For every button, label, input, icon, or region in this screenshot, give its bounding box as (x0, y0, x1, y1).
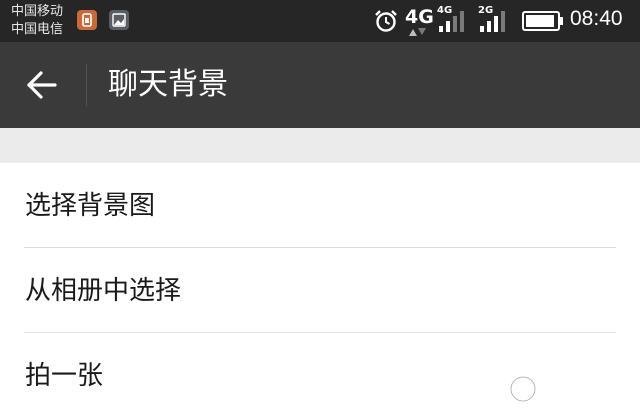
action-bar: 聊天背景 (0, 42, 640, 128)
menu-item-label: 选择背景图 (25, 191, 156, 221)
back-button[interactable] (20, 60, 70, 110)
carrier-2-label: 中国电信 (11, 22, 64, 37)
menu-item-label: 从相册中选择 (25, 276, 182, 306)
menu-item-label: 拍一张 (25, 361, 104, 391)
menu-item-choose-from-album[interactable]: 从相册中选择 (0, 248, 640, 333)
battery-icon (522, 11, 563, 31)
data-activity-arrows-icon (409, 28, 426, 36)
signal-strength-sim1-icon (439, 11, 464, 32)
watermark-logo-icon (509, 375, 630, 403)
clock-time: 08:40 (570, 7, 623, 30)
shopping-app-notification-icon (77, 10, 97, 30)
status-bar: 中国移动 中国电信 4G 4G 2G 08:40 (0, 0, 640, 42)
network-4g-label: 4G (405, 6, 434, 28)
gallery-notification-icon (109, 10, 129, 30)
carrier-labels: 中国移动 中国电信 (11, 3, 63, 39)
alarm-clock-icon (375, 10, 397, 32)
menu-item-choose-background[interactable]: 选择背景图 (0, 163, 640, 248)
watermark-logo (508, 372, 634, 406)
header-divider (86, 64, 87, 106)
signal-strength-sim2-icon (480, 11, 505, 32)
page-title: 聊天背景 (108, 67, 228, 102)
carrier-1-label: 中国移动 (11, 4, 64, 19)
back-arrow-icon (27, 71, 57, 99)
section-spacer (0, 128, 640, 163)
screen: 中国移动 中国电信 4G 4G 2G 08:40 聊天背景 选择背景图 从相册中… (0, 0, 640, 412)
